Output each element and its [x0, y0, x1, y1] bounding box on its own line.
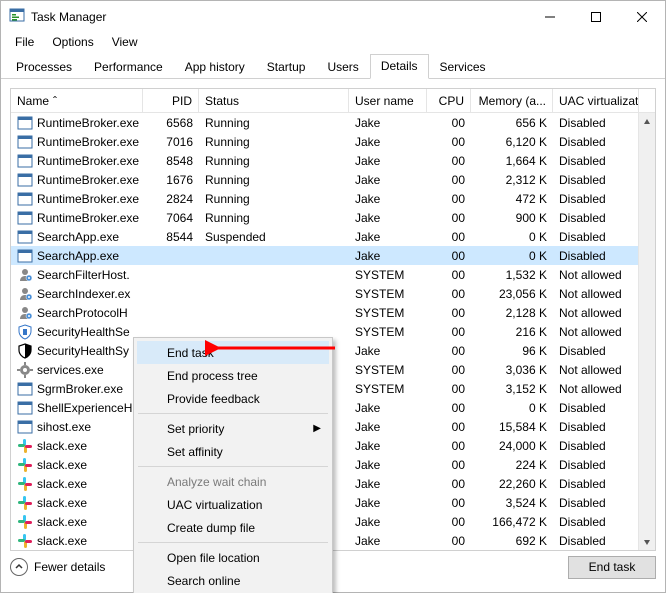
process-icon [17, 533, 33, 549]
table-row[interactable]: SearchFilterHost.SYSTEM001,532 KNot allo… [11, 265, 655, 284]
table-row[interactable]: RuntimeBroker.exe6568RunningJake00656 KD… [11, 113, 655, 132]
table-row[interactable]: ShellExperienceHJake000 KDisabled [11, 398, 655, 417]
context-search-online[interactable]: Search online [137, 569, 329, 592]
col-cpu[interactable]: CPU [427, 89, 471, 112]
col-mem[interactable]: Memory (a... [471, 89, 553, 112]
maximize-button[interactable] [573, 1, 619, 32]
grid-header: Nameˆ PID Status User name CPU Memory (a… [11, 89, 655, 113]
process-icon [17, 115, 33, 131]
context-separator [138, 466, 328, 467]
table-row[interactable]: slack.exeJake00166,472 KDisabled [11, 512, 655, 531]
table-row[interactable]: SearchIndexer.exSYSTEM0023,056 KNot allo… [11, 284, 655, 303]
context-end-task[interactable]: End task [137, 341, 329, 364]
sort-asc-icon: ˆ [53, 94, 57, 108]
table-row[interactable]: slack.exeJake00224 KDisabled [11, 455, 655, 474]
tab-services[interactable]: Services [429, 55, 497, 79]
process-icon [17, 495, 33, 511]
context-end-process-tree[interactable]: End process tree [137, 364, 329, 387]
table-row[interactable]: RuntimeBroker.exe7064RunningJake00900 KD… [11, 208, 655, 227]
col-user[interactable]: User name [349, 89, 427, 112]
context-analyze-wait-chain: Analyze wait chain [137, 470, 329, 493]
table-row[interactable]: services.exeSYSTEM003,036 KNot allowed [11, 360, 655, 379]
process-icon [17, 381, 33, 397]
process-icon [17, 286, 33, 302]
task-manager-window: Task Manager File Options View Processes… [0, 0, 666, 593]
tab-details[interactable]: Details [370, 54, 429, 79]
context-separator [138, 413, 328, 414]
tabbar: ProcessesPerformanceApp historyStartupUs… [1, 53, 665, 79]
table-row[interactable]: SecurityHealthSeSYSTEM00216 KNot allowed [11, 322, 655, 341]
table-row[interactable]: slack.exeJake00692 KDisabled [11, 531, 655, 550]
process-icon [17, 419, 33, 435]
col-status[interactable]: Status [199, 89, 349, 112]
context-set-affinity[interactable]: Set affinity [137, 440, 329, 463]
table-row[interactable]: RuntimeBroker.exe8548RunningJake001,664 … [11, 151, 655, 170]
col-name[interactable]: Nameˆ [11, 89, 143, 112]
menu-view[interactable]: View [104, 33, 146, 51]
process-icon [17, 457, 33, 473]
tab-users[interactable]: Users [316, 55, 369, 79]
taskmgr-icon [9, 7, 31, 26]
process-icon [17, 324, 33, 340]
context-set-priority[interactable]: Set priority▶ [137, 417, 329, 440]
table-row[interactable]: SgrmBroker.exeSYSTEM003,152 KNot allowed [11, 379, 655, 398]
vertical-scrollbar[interactable] [638, 113, 655, 550]
table-row[interactable]: SearchApp.exe8544SuspendedJake000 KDisab… [11, 227, 655, 246]
grid-body: RuntimeBroker.exe6568RunningJake00656 KD… [11, 113, 655, 550]
titlebar: Task Manager [1, 1, 665, 32]
context-open-file-location[interactable]: Open file location [137, 546, 329, 569]
window-title: Task Manager [31, 10, 527, 24]
process-icon [17, 210, 33, 226]
fewer-details-button[interactable]: Fewer details [10, 558, 105, 576]
process-icon [17, 229, 33, 245]
footer: Fewer details End task [1, 551, 665, 592]
menu-options[interactable]: Options [44, 33, 101, 51]
col-uac[interactable]: UAC virtualizat... [553, 89, 639, 112]
close-button[interactable] [619, 1, 665, 32]
scroll-up-icon[interactable] [639, 113, 656, 130]
chevron-up-icon [10, 558, 28, 576]
table-row[interactable]: sihost.exeJake0015,584 KDisabled [11, 417, 655, 436]
minimize-button[interactable] [527, 1, 573, 32]
process-icon [17, 362, 33, 378]
scroll-down-icon[interactable] [639, 533, 656, 550]
process-icon [17, 438, 33, 454]
context-separator [138, 542, 328, 543]
tab-processes[interactable]: Processes [5, 55, 83, 79]
tab-app-history[interactable]: App history [174, 55, 256, 79]
table-row[interactable]: SearchApp.exeJake000 KDisabled [11, 246, 655, 265]
table-row[interactable]: slack.exeJake0022,260 KDisabled [11, 474, 655, 493]
process-icon [17, 191, 33, 207]
menu-file[interactable]: File [7, 33, 42, 51]
process-icon [17, 172, 33, 188]
process-icon [17, 476, 33, 492]
process-icon [17, 153, 33, 169]
process-icon [17, 134, 33, 150]
process-grid: Nameˆ PID Status User name CPU Memory (a… [10, 88, 656, 551]
table-row[interactable]: slack.exeJake003,524 KDisabled [11, 493, 655, 512]
table-row[interactable]: slack.exeJake0024,000 KDisabled [11, 436, 655, 455]
tab-performance[interactable]: Performance [83, 55, 174, 79]
content-area: Nameˆ PID Status User name CPU Memory (a… [1, 79, 665, 551]
table-row[interactable]: SearchProtocolHSYSTEM002,128 KNot allowe… [11, 303, 655, 322]
table-row[interactable]: RuntimeBroker.exe1676RunningJake002,312 … [11, 170, 655, 189]
process-icon [17, 400, 33, 416]
table-row[interactable]: SecurityHealthSyJake0096 KDisabled [11, 341, 655, 360]
context-menu: End taskEnd process treeProvide feedback… [133, 337, 333, 593]
table-row[interactable]: RuntimeBroker.exe2824RunningJake00472 KD… [11, 189, 655, 208]
process-icon [17, 248, 33, 264]
context-create-dump-file[interactable]: Create dump file [137, 516, 329, 539]
menubar: File Options View [1, 32, 665, 51]
col-pid[interactable]: PID [143, 89, 199, 112]
context-uac-virtualization[interactable]: UAC virtualization [137, 493, 329, 516]
context-provide-feedback[interactable]: Provide feedback [137, 387, 329, 410]
process-icon [17, 267, 33, 283]
process-icon [17, 514, 33, 530]
process-icon [17, 343, 33, 359]
chevron-right-icon: ▶ [313, 423, 321, 434]
end-task-button[interactable]: End task [568, 556, 656, 579]
tab-startup[interactable]: Startup [256, 55, 317, 79]
process-icon [17, 305, 33, 321]
table-row[interactable]: RuntimeBroker.exe7016RunningJake006,120 … [11, 132, 655, 151]
